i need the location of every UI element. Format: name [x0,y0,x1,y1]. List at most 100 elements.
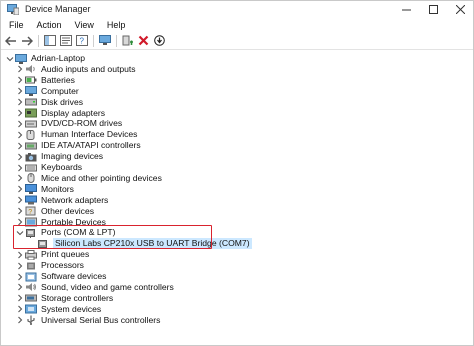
tree-category-row[interactable]: Computer [15,86,79,97]
forward-arrow-icon [21,35,33,46]
chevron-right-icon[interactable] [15,129,25,140]
battery-icon [25,75,37,85]
update-driver-button[interactable] [121,34,134,47]
tree-category-row[interactable]: Audio inputs and outputs [15,64,136,75]
tree-category-label: Software devices [41,271,107,281]
tree-category-label: DVD/CD-ROM drives [41,118,123,129]
chevron-right-icon[interactable] [15,206,25,217]
other-device-icon: ? [25,206,37,216]
menu-file[interactable]: File [5,20,28,30]
svg-text:?: ? [79,37,84,46]
properties-icon [59,35,72,46]
computer-icon [25,86,37,97]
chevron-right-icon[interactable] [15,64,25,75]
chevron-right-icon[interactable] [15,304,25,315]
help-button[interactable]: ? [75,34,88,47]
computer-icon [15,53,27,64]
tree-category-row[interactable]: IDE ATA/ATAPI controllers [15,140,141,151]
chevron-right-icon[interactable] [15,151,25,162]
tree-category-row[interactable]: Processors [15,260,84,271]
tree-category-row[interactable]: Disk drives [15,97,83,108]
chevron-right-icon[interactable] [15,118,25,129]
tree-category-row[interactable]: Human Interface Devices [15,129,137,140]
minimize-button[interactable] [393,1,419,18]
tree-category-label: Processors [41,260,84,271]
chevron-right-icon[interactable] [15,184,25,195]
close-button[interactable] [447,1,473,18]
chevron-right-icon[interactable] [15,195,25,206]
device-manager-window: Device Manager File Action View Help ? A… [0,0,474,346]
tree-category-row[interactable]: ? Other devices [15,206,94,217]
storage-controller-icon [25,293,37,303]
back-button[interactable] [4,34,17,47]
tree-category-row[interactable]: Monitors [15,184,74,195]
camera-icon [25,152,37,162]
chevron-right-icon[interactable] [15,162,25,173]
tree-category-row[interactable]: Keyboards [15,162,82,173]
console-tree-icon [43,35,56,46]
menu-help[interactable]: Help [103,20,130,30]
chevron-right-icon[interactable] [15,173,25,184]
tree-category-label: Audio inputs and outputs [41,63,136,74]
chevron-right-icon[interactable] [15,249,25,260]
sound-icon [25,282,37,292]
tree-category-label: Imaging devices [41,151,104,162]
tree-category-row[interactable]: Mice and other pointing devices [15,173,162,184]
chevron-right-icon[interactable] [15,282,25,293]
forward-button[interactable] [20,34,33,47]
tree-category-row[interactable]: Software devices [15,271,106,282]
tree-category-row[interactable]: Imaging devices [15,151,103,162]
toolbar-separator [38,34,39,47]
display-adapter-icon [25,108,37,118]
chevron-down-icon[interactable] [5,53,15,64]
tree-category-row[interactable]: Universal Serial Bus controllers [15,315,160,326]
title-bar: Device Manager [1,1,473,18]
tree-category-row[interactable]: Network adapters [15,195,108,206]
network-adapter-icon [25,195,37,205]
menu-view[interactable]: View [71,20,98,30]
monitor-icon [25,184,37,195]
tree-category-label: Network adapters [41,194,109,205]
chevron-right-icon[interactable] [15,108,25,119]
uninstall-device-button[interactable] [137,34,150,47]
toolbar-separator [93,34,94,47]
device-manager-app-icon [7,4,19,15]
tree-category-label: Other devices [41,205,95,216]
chevron-right-icon[interactable] [15,140,25,151]
tree-category-row[interactable]: System devices [15,304,101,315]
system-device-icon [25,304,37,314]
tree-root-row[interactable]: Adrian-Laptop [5,53,85,64]
properties-button[interactable] [59,34,72,47]
tree-category-label: Disk drives [41,96,84,107]
enable-device-button[interactable] [153,34,166,47]
tree-category-label: Computer [41,85,79,96]
chevron-right-icon[interactable] [15,271,25,282]
ports-highlight-box [13,225,212,249]
chevron-right-icon[interactable] [15,86,25,97]
tree-category-label: System devices [41,303,102,314]
toolbar-separator [116,34,117,47]
maximize-button[interactable] [420,1,446,18]
tree-category-row[interactable]: Print queues [15,249,89,260]
scan-monitor-icon [98,35,111,45]
menu-action[interactable]: Action [33,20,66,30]
tree-category-label: Monitors [41,183,74,194]
hid-icon [25,129,37,140]
tree-category-label: Print queues [41,249,90,260]
show-hide-console-tree-button[interactable] [43,34,56,47]
speaker-icon [25,64,37,74]
keyboard-icon [25,163,37,173]
chevron-right-icon[interactable] [15,260,25,271]
chevron-right-icon[interactable] [15,75,25,86]
tree-category-row[interactable]: Storage controllers [15,293,113,304]
close-icon [455,5,465,14]
tree-category-row[interactable]: DVD/CD-ROM drives [15,118,122,129]
tree-category-row[interactable]: Sound, video and game controllers [15,282,174,293]
chevron-right-icon[interactable] [15,293,25,304]
tree-category-row[interactable]: Batteries [15,75,75,86]
chevron-right-icon[interactable] [15,315,25,326]
enable-device-icon [154,35,165,46]
chevron-right-icon[interactable] [15,97,25,108]
scan-for-hardware-changes-button[interactable] [98,34,111,47]
tree-category-row[interactable]: Display adapters [15,108,105,119]
